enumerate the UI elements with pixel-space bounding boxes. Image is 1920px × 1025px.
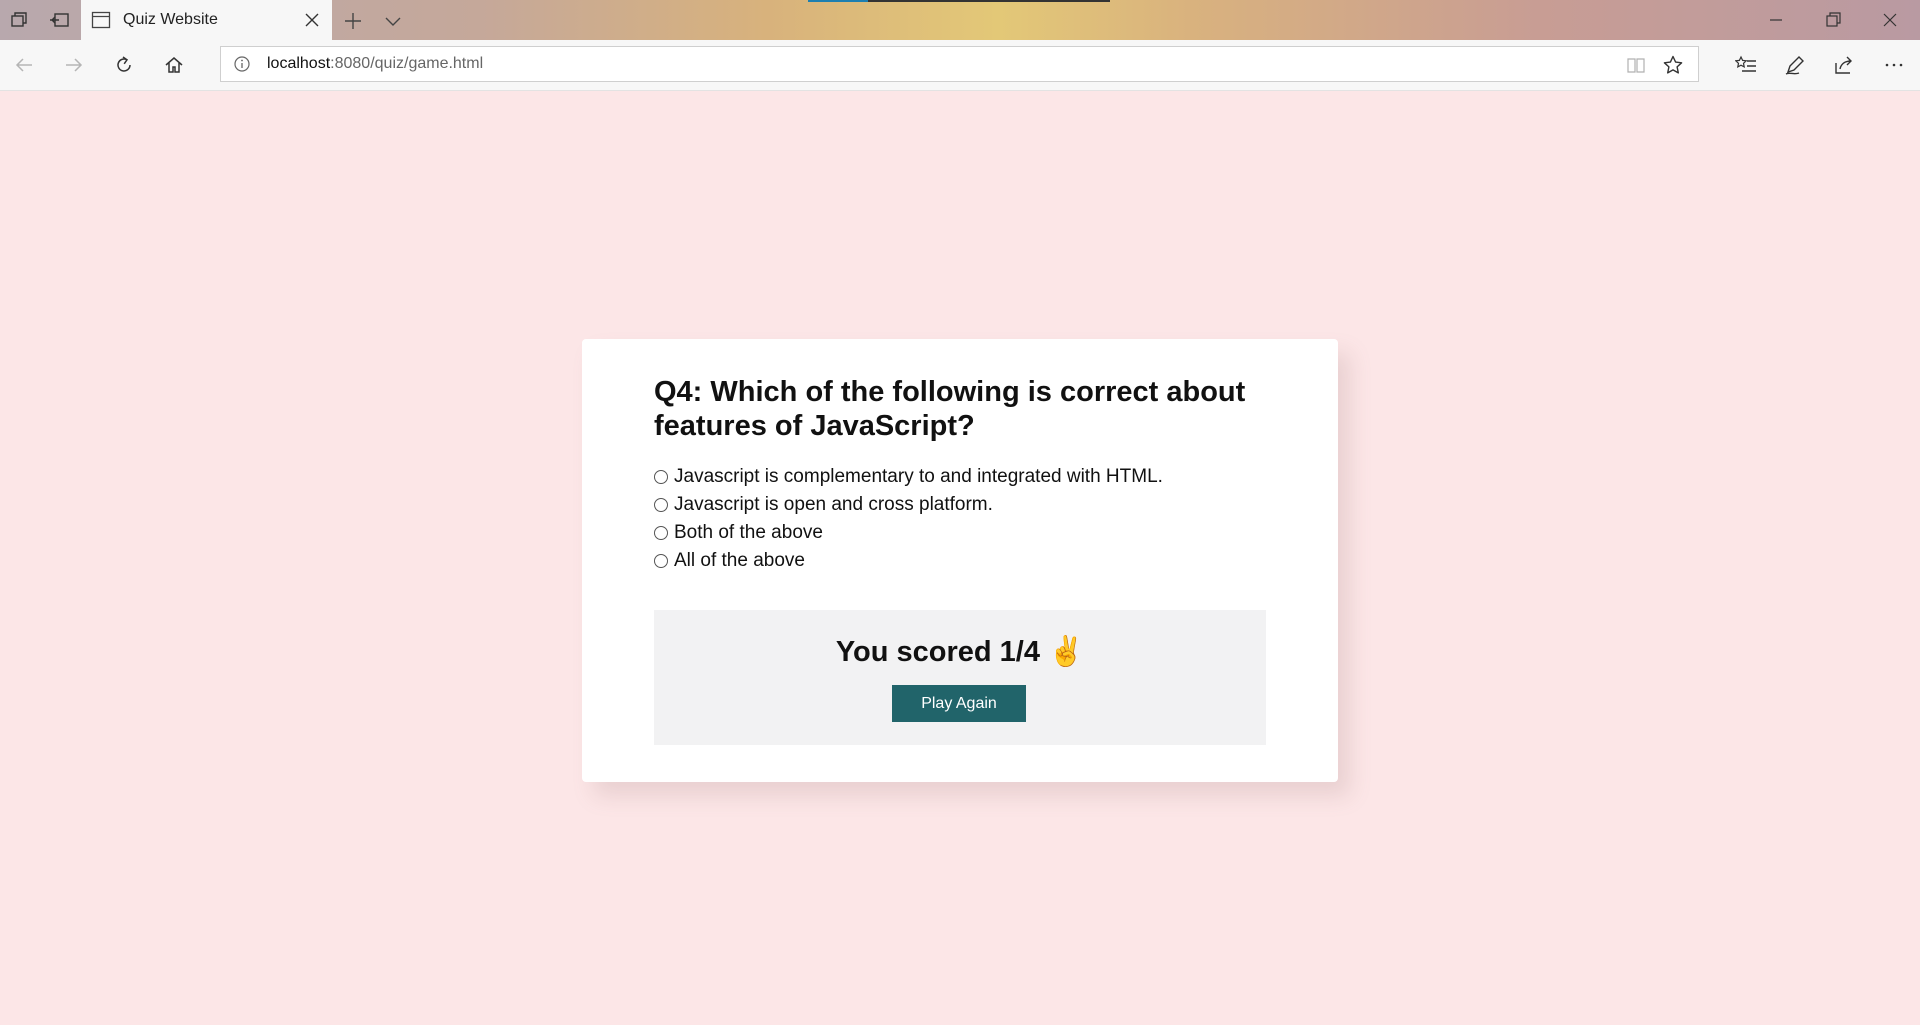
share-icon[interactable]: [1833, 54, 1855, 76]
forward-arrow-icon[interactable]: [63, 54, 85, 76]
answer-option-label: Javascript is open and cross platform.: [674, 494, 993, 515]
url-path: :8080/quiz/game.html: [330, 55, 484, 72]
refresh-icon[interactable]: [113, 54, 135, 76]
address-bar[interactable]: localhost:8080/quiz/game.html: [220, 46, 1699, 82]
restore-icon[interactable]: [1823, 10, 1843, 30]
plus-icon[interactable]: [342, 10, 364, 32]
radio-button[interactable]: [654, 554, 668, 568]
favorites-list-icon[interactable]: [1734, 54, 1757, 76]
close-window-icon[interactable]: [1880, 10, 1900, 30]
tab-quiz-website[interactable]: Quiz Website: [81, 0, 332, 40]
url-host: localhost: [267, 55, 331, 72]
tab-actions-icon[interactable]: [7, 8, 31, 32]
answer-option-label: All of the above: [674, 550, 805, 571]
answer-option[interactable]: All of the above: [654, 547, 1266, 575]
minimize-icon[interactable]: [1766, 10, 1786, 30]
victory-hand-icon: ✌️: [1048, 636, 1085, 668]
close-tab-icon[interactable]: [302, 10, 322, 30]
answer-option[interactable]: Javascript is complementary to and integ…: [654, 463, 1266, 491]
answer-options: Javascript is complementary to and integ…: [654, 463, 1266, 575]
question-text: Q4: Which of the following is correct ab…: [654, 376, 1246, 442]
chevron-down-icon[interactable]: [382, 10, 404, 32]
answer-option[interactable]: Both of the above: [654, 519, 1266, 547]
play-again-button[interactable]: Play Again: [892, 685, 1026, 722]
radio-button[interactable]: [654, 498, 668, 512]
titlebar-accent-highlight: [808, 0, 868, 2]
radio-button[interactable]: [654, 470, 668, 484]
info-icon[interactable]: [233, 55, 251, 73]
star-icon[interactable]: [1662, 54, 1684, 76]
browser-toolbar: localhost:8080/quiz/game.html: [0, 40, 1920, 91]
score-heading: You scored 1/4 ✌️: [654, 635, 1266, 669]
back-arrow-icon[interactable]: [13, 54, 35, 76]
home-icon[interactable]: [163, 54, 185, 76]
tab-title: Quiz Website: [123, 11, 218, 28]
more-icon[interactable]: [1883, 54, 1905, 76]
url-text[interactable]: localhost:8080/quiz/game.html: [267, 55, 483, 73]
radio-button[interactable]: [654, 526, 668, 540]
title-bar: Quiz Website: [0, 0, 1920, 40]
answer-option-label: Both of the above: [674, 522, 823, 543]
result-panel: You scored 1/4 ✌️ Play Again: [654, 610, 1266, 745]
quiz-card: Q4: Which of the following is correct ab…: [582, 339, 1338, 782]
answer-option-label: Javascript is complementary to and integ…: [674, 466, 1163, 487]
score-text: You scored 1/4: [835, 636, 1040, 668]
pen-icon[interactable]: [1784, 54, 1806, 76]
reading-view-icon[interactable]: [1626, 55, 1646, 75]
set-aside-tabs-icon[interactable]: [47, 8, 71, 32]
answer-option[interactable]: Javascript is open and cross platform.: [654, 491, 1266, 519]
page-icon: [91, 10, 111, 30]
